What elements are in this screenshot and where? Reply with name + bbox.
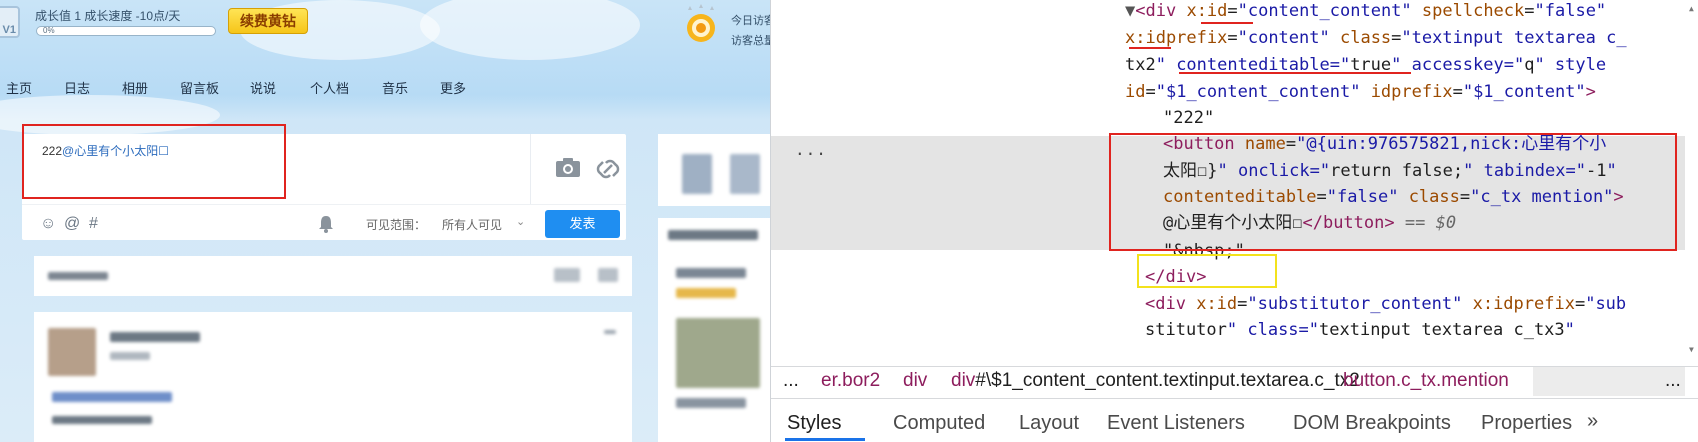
publish-button[interactable]: 发表 [545,210,620,238]
link-icon[interactable] [595,156,621,182]
more-tabs-icon[interactable]: » [1587,410,1598,433]
blurred-image [730,154,760,194]
renew-vip-button[interactable]: 续费黄钻 [228,8,308,34]
camera-icon[interactable] [555,156,581,178]
main-nav: 主页 日志 相册 留言板 说说 个人档 音乐 更多 [0,78,770,100]
tab-properties[interactable]: Properties [1481,412,1572,435]
nav-moments[interactable]: 说说 [250,78,276,97]
level-badge: V1 [0,6,20,38]
nav-blog[interactable]: 日志 [64,78,90,97]
breadcrumb-overflow-left[interactable]: ... [783,370,799,392]
elements-tree: ... ▼<div x:id="content_content" spellch… [771,0,1698,360]
annotation-red-box [22,124,286,199]
blurred-text [110,352,150,360]
chevron-down-icon[interactable]: ⌄ [516,215,525,228]
visit-total-label: 访客总量 [731,35,770,47]
side-card [658,134,770,206]
tab-event-listeners[interactable]: Event Listeners [1107,412,1245,435]
node-options-ellipsis[interactable]: ... [795,140,827,159]
emoji-icon[interactable]: ☺ [40,215,56,233]
code-line[interactable]: id="$1_content_content" idprefix="$1_con… [1125,78,1596,106]
visibility-scope-select[interactable]: 所有人可见 [442,216,502,233]
breadcrumb-item[interactable]: div#\$1_content_content.textinput.textar… [951,370,1360,392]
blurred-icon [554,268,580,282]
growth-value-text: 成长值 1 成长速度 -10点/天 [35,9,181,23]
nav-profile[interactable]: 个人档 [310,78,349,97]
nav-home[interactable]: 主页 [6,78,32,97]
media-tools [530,134,626,204]
bell-icon[interactable] [318,215,334,233]
code-line[interactable]: <div x:id="substitutor_content" x:idpref… [1145,290,1626,318]
blurred-avatar [48,328,96,376]
hashtag-icon[interactable]: # [89,215,98,233]
code-line[interactable]: "222" [1163,104,1214,132]
code-line[interactable]: tx2" contenteditable="true" accesskey="q… [1125,51,1606,79]
annotation-underline [1179,72,1411,74]
scroll-down-icon[interactable]: ▼ [1689,345,1694,354]
scroll-up-icon[interactable]: ▲ [1689,4,1694,13]
nav-music[interactable]: 音乐 [382,78,408,97]
side-card [658,218,770,442]
qzone-pane: V1 成长值 1 成长速度 -10点/天 0% 续费黄钻 今日访客 访客总量 主… [0,0,770,442]
tab-layout[interactable]: Layout [1019,412,1079,435]
blurred-badge [676,288,736,298]
blurred-text [676,398,746,408]
active-tab-indicator [785,438,865,441]
at-icon[interactable]: @ [64,215,80,233]
blurred-text [110,332,200,342]
tab-styles[interactable]: Styles [787,412,841,435]
visibility-scope-label: 可见范围： [366,218,427,232]
growth-progress-bar: 0% [36,26,216,36]
code-line[interactable]: ▼<div x:id="content_content" spellcheck=… [1125,0,1606,25]
breadcrumb-item[interactable]: div [903,370,927,392]
annotation-yellow-box [1137,254,1277,288]
code-line[interactable]: stitutor" class="textinput textarea c_tx… [1145,316,1575,344]
code-scrollbar[interactable] [1685,0,1698,360]
blurred-text [48,272,108,280]
breadcrumb-item-selected[interactable]: button.c_tx.mention [1343,370,1509,392]
visitor-medal-icon[interactable] [684,4,718,44]
breadcrumb-overflow-right[interactable]: ... [1665,370,1681,392]
feed-header-card [34,256,632,296]
nav-message-board[interactable]: 留言板 [180,78,219,97]
code-line[interactable]: x:idprefix="content" class="textinput te… [1125,24,1627,52]
blurred-text [668,230,758,240]
annotation-underline [1201,22,1253,24]
devtools-pane: ... ▼<div x:id="content_content" spellch… [770,0,1698,442]
breadcrumb-item[interactable]: er.bor2 [821,370,880,392]
blurred-icon [604,330,616,334]
annotation-red-box [1109,133,1677,251]
publisher-toolbar: ☺ @ # 可见范围： 所有人可见 ⌄ 发表 [22,204,626,240]
blurred-image [676,318,760,388]
growth-progress-label: 0% [43,26,55,35]
blurred-text [52,392,172,402]
profile-topbar: V1 成长值 1 成长速度 -10点/天 0% 续费黄钻 今日访客 访客总量 [0,0,770,47]
blurred-icon [598,268,618,282]
nav-more[interactable]: 更多 [440,78,466,97]
tab-dom-breakpoints[interactable]: DOM Breakpoints [1293,412,1451,435]
feed-post-card [34,312,632,442]
breadcrumb-active-highlight [1533,367,1685,396]
blurred-text [676,268,746,278]
blurred-text [52,416,152,424]
tab-computed[interactable]: Computed [893,412,985,435]
nav-album[interactable]: 相册 [122,78,148,97]
visit-today-label: 今日访客 [731,15,770,27]
annotation-underline [1129,47,1171,49]
blurred-image [682,154,712,194]
